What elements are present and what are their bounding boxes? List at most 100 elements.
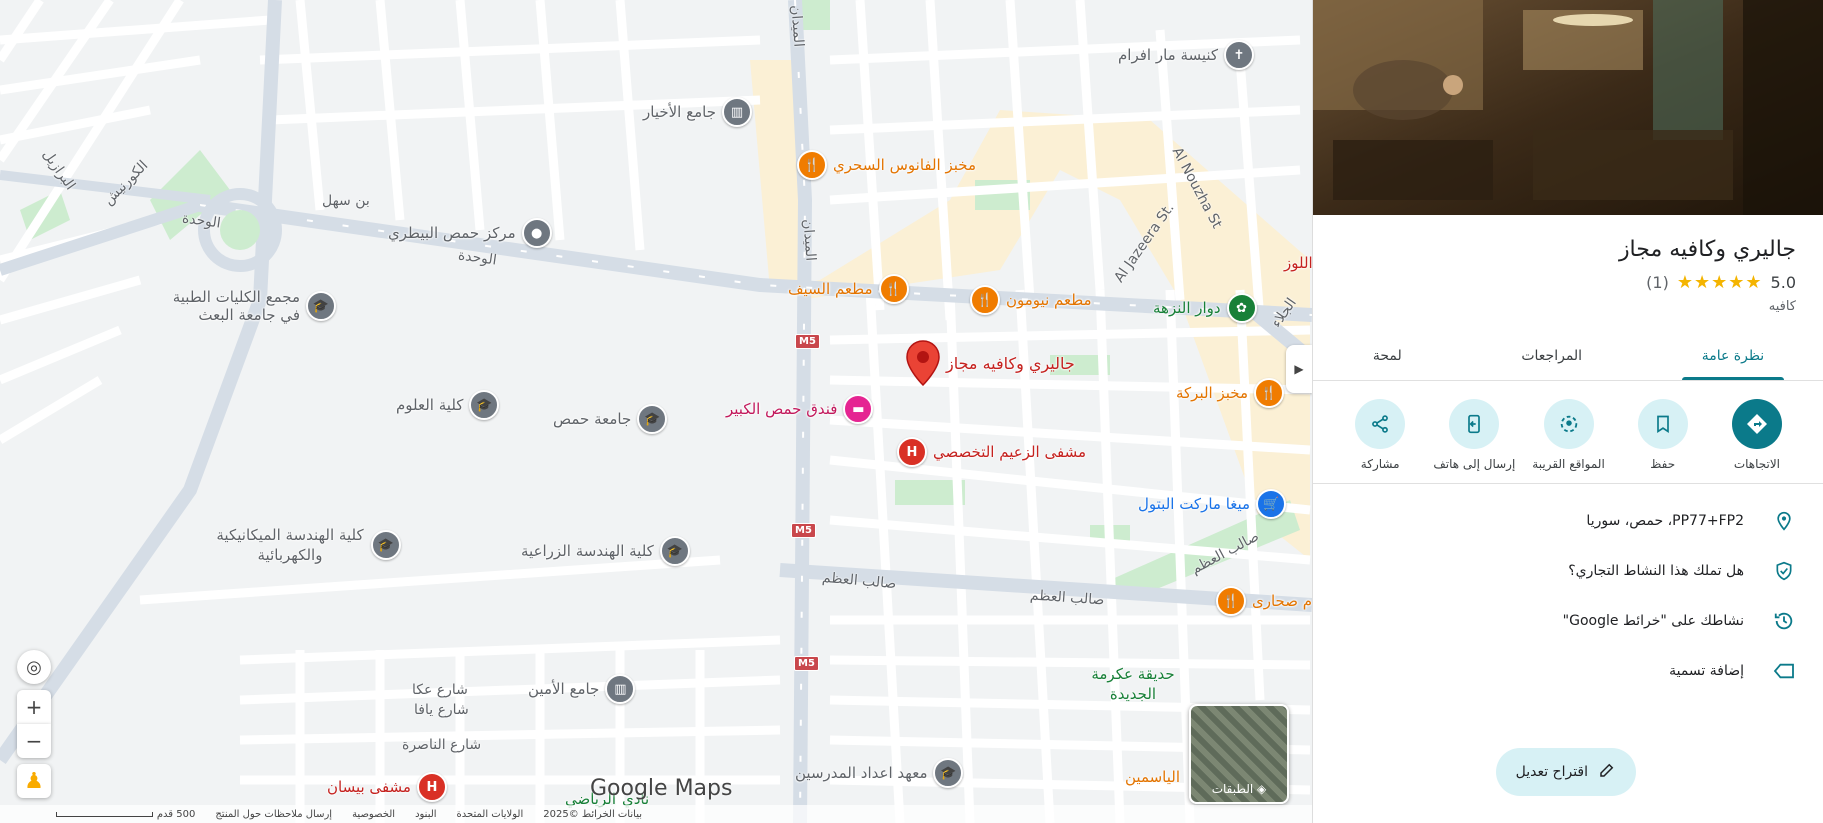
layers-icon: ◈ [1257, 782, 1267, 796]
poi-label: دوار النزهة [1153, 299, 1221, 317]
poi-label: كنيسة مار افرام [1118, 46, 1219, 64]
route-shield-m5: M5 [791, 523, 816, 538]
poi-church[interactable]: كنيسة مار افرام ✝ [1118, 40, 1255, 70]
claim-business-row[interactable]: هل تملك هذا النشاط التجاري؟ [1313, 546, 1823, 596]
attribution-us[interactable]: الولايات المتحدة [457, 809, 524, 820]
poi-restaurant-neumon[interactable]: مطعم نيومون 🍴 [970, 285, 1092, 315]
poi-label: مخبز الفانوس السحري [833, 156, 977, 174]
action-label: إرسال إلى هاتف [1433, 457, 1516, 471]
road-label-akka: شارع عكا [412, 682, 468, 698]
history-icon [1772, 609, 1796, 633]
poi-homs-university[interactable]: جامعة حمص 🎓 [553, 404, 668, 434]
place-icon: ● [521, 218, 552, 248]
place-tabs: نظرة عامة المراجعات لمحة [1313, 332, 1823, 381]
send-to-phone-icon [1449, 399, 1500, 449]
nearby-button[interactable]: المواقع القريبة [1524, 399, 1614, 471]
road-label-maydan: الميدان [787, 4, 807, 48]
poi-ikrima-park[interactable]: حديقة عكرمة الجديدة [1088, 664, 1178, 704]
attribution-terms[interactable]: البنود [415, 809, 436, 820]
address-row[interactable]: PP77+FP2، حمص، سوريا [1313, 496, 1823, 546]
zoom-in-button[interactable]: + [17, 690, 51, 724]
action-label: حفظ [1650, 457, 1676, 471]
poi-label: فندق حمص الكبير [726, 400, 838, 418]
poi-mosque-akhyar[interactable]: جامع الأخيار ▥ [643, 97, 752, 127]
place-title: جاليري وكافيه مجاز [1618, 237, 1796, 262]
poi-nuzha-roundabout[interactable]: دوار النزهة ✿ [1153, 293, 1257, 323]
tab-about[interactable]: لمحة [1353, 332, 1422, 380]
poi-medical-college[interactable]: مجمع الكليات الطبية في جامعة البعث 🎓 [170, 288, 336, 324]
collapse-panel-button[interactable]: ▶ [1286, 345, 1312, 393]
share-button[interactable]: مشاركة [1335, 399, 1425, 471]
maps-activity-text: نشاطك على "خرائط Google" [1562, 613, 1744, 629]
poi-bakery-barakeh[interactable]: مخبز البركة 🍴 [1176, 378, 1285, 408]
add-label-text: إضافة تسمية [1669, 663, 1744, 679]
claim-business-text: هل تملك هذا النشاط التجاري؟ [1568, 563, 1744, 579]
poi-grand-hotel[interactable]: فندق حمص الكبير ▬ [726, 394, 874, 424]
maps-activity-row[interactable]: نشاطك على "خرائط Google" [1313, 596, 1823, 646]
my-location-button[interactable]: ◎ [17, 650, 51, 684]
poi-yasmin[interactable]: الياسمين [1125, 768, 1180, 786]
shop-icon: 🛒 [1256, 489, 1287, 519]
place-category[interactable]: كافيه [1341, 299, 1796, 314]
reviews-count[interactable]: (1) [1646, 273, 1669, 292]
save-button[interactable]: حفظ [1618, 399, 1708, 471]
directions-button[interactable]: الاتجاهات [1712, 399, 1802, 471]
poi-bisan-hospital[interactable]: مشفى بيسان H [327, 772, 447, 802]
zoom-out-button[interactable]: − [17, 724, 51, 758]
poi-amin-mosque[interactable]: جامع الأمين ▥ [528, 674, 636, 704]
school-icon: 🎓 [659, 536, 690, 566]
street-view-pegman-icon[interactable]: ♟ [17, 764, 51, 798]
action-buttons: الاتجاهات حفظ المواقع القريبة إرسال إلى … [1313, 381, 1823, 484]
action-label: المواقع القريبة [1532, 457, 1605, 471]
scale-bar[interactable]: 500 قدم [55, 809, 195, 820]
tab-reviews[interactable]: المراجعات [1501, 332, 1602, 380]
google-maps-logo: Google Maps [590, 776, 733, 801]
road-label-ibn-sahl: بن سهل [322, 193, 370, 209]
info-list: PP77+FP2، حمص، سوريا هل تملك هذا النشاط … [1313, 484, 1823, 696]
poi-label: جامع الأمين [528, 680, 600, 698]
send-to-phone-button[interactable]: إرسال إلى هاتف [1429, 399, 1519, 471]
hotel-icon: ▬ [843, 394, 874, 424]
poi-label: مطعم نيومون [1006, 291, 1092, 309]
map-canvas[interactable]: الميدان الميدان الوحدة الوحدة بن سهل الك… [0, 0, 1312, 823]
poi-restaurant-saif[interactable]: مطعم السيف 🍴 [788, 274, 909, 304]
suggest-edit-button[interactable]: اقتراح تعديل [1495, 748, 1636, 796]
attribution-privacy[interactable]: الخصوصية [352, 809, 395, 820]
poi-agri-college[interactable]: كلية الهندسة الزراعية 🎓 [521, 536, 690, 566]
add-label-row[interactable]: إضافة تسمية [1313, 646, 1823, 696]
poi-mega-market[interactable]: ميغا ماركت البتول 🛒 [1138, 489, 1287, 519]
poi-label: مركز حمص البيطري [388, 224, 516, 242]
poi-label: حديقة عكرمة الجديدة [1091, 665, 1175, 703]
hospital-icon: H [897, 437, 927, 467]
suggest-edit-label: اقتراح تعديل [1515, 764, 1588, 780]
place-panel: جاليري وكافيه مجاز 5.0 ★★★★★ (1) كافيه ن… [1312, 0, 1823, 823]
poi-bakery-fanous[interactable]: مخبز الفانوس السحري 🍴 [797, 150, 976, 180]
poi-lawz[interactable]: اللوز [1284, 254, 1312, 272]
poi-sahari[interactable]: م صحارى 🍴 [1216, 586, 1312, 616]
tab-overview[interactable]: نظرة عامة [1681, 332, 1785, 380]
school-icon: 🎓 [306, 291, 336, 321]
rating-row[interactable]: 5.0 ★★★★★ (1) [1341, 272, 1796, 293]
hospital-icon: H [416, 772, 447, 802]
layers-button[interactable]: الطبقات ◈ [1189, 704, 1289, 804]
poi-teachers-institute[interactable]: معهد اعداد المدرسين 🎓 [795, 758, 964, 788]
road-label-maydan: الميدان [799, 218, 819, 262]
poi-hospital-zaim[interactable]: مشفى الزعيم التخصصي H [897, 437, 1086, 467]
selected-place-marker[interactable]: جاليري وكافيه مجاز [906, 340, 1075, 386]
attribution-feedback[interactable]: إرسال ملاحظات حول المنتج [215, 809, 332, 820]
food-icon: 🍴 [878, 274, 909, 304]
poi-bitari[interactable]: مركز حمص البيطري ● [388, 218, 552, 248]
poi-science-college[interactable]: كلية العلوم 🎓 [396, 390, 500, 420]
share-icon [1355, 399, 1406, 449]
layers-label: الطبقات ◈ [1211, 782, 1267, 796]
poi-label: مخبز البركة [1176, 384, 1249, 402]
road-label-yafa: شارع يافا [414, 702, 469, 718]
place-photo[interactable] [1313, 0, 1823, 215]
poi-label: جامع الأخيار [643, 103, 716, 121]
poi-label: مشفى الزعيم التخصصي [933, 443, 1086, 461]
poi-mech-college[interactable]: كلية الهندسة الميكانيكية والكهربائية 🎓 [215, 525, 401, 565]
attribution-data: بيانات الخرائط ©2025 [543, 808, 642, 820]
map-attribution: بيانات الخرائط ©2025 الولايات المتحدة ال… [0, 805, 1312, 823]
poi-label: كلية العلوم [396, 396, 464, 414]
poi-label: معهد اعداد المدرسين [795, 764, 928, 782]
